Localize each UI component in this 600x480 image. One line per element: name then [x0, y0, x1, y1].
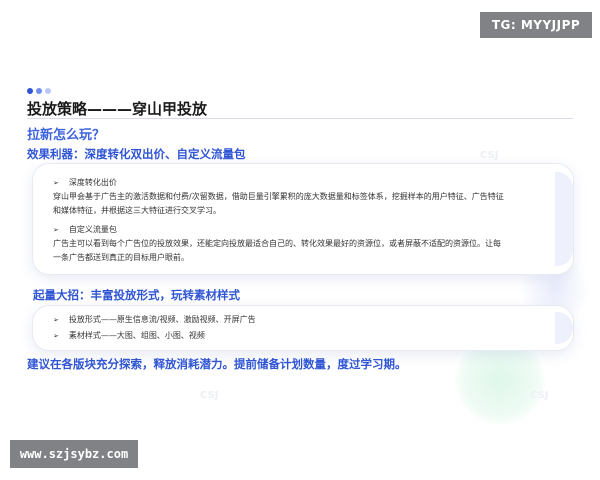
page-title: 投放策略———穿山甲投放 — [27, 100, 208, 118]
slide: CSJ CSJ CSJ CSJ CSJ 投放策略———穿山甲投放 拉新怎么玩？ … — [0, 0, 600, 480]
section1-item-2-text: 广告主可以看到每个广告位的投放效果，还能定向投放最适合自己的、转化效果最好的资源… — [53, 237, 501, 265]
arrow-right-icon: ➢ — [53, 315, 59, 324]
text-line: 一条广告都送到真正的目标用户眼前。 — [53, 253, 189, 262]
section1-item-2: ➢ 自定义流量包 — [53, 224, 117, 235]
dot-mid — [36, 88, 42, 94]
page-subtitle: 拉新怎么玩？ — [27, 128, 106, 143]
item-label: 投放形式——原生信息流/视频、激励视频、开屏广告 — [68, 315, 256, 324]
watermark: CSJ — [480, 150, 499, 161]
text-line: 穿山甲会基于广告主的激活数据和付费/次留数据，借助巨量引擎累积的庞大数据量和标签… — [53, 192, 504, 201]
arrow-right-icon: ➢ — [53, 331, 59, 340]
title-divider — [27, 118, 573, 119]
section1-item-1-text: 穿山甲会基于广告主的激活数据和付费/次留数据，借助巨量引擎累积的庞大数据量和标签… — [53, 190, 504, 218]
conclusion-text: 建议在各版块充分探索，释放消耗潜力。提前储备计划数量，度过学习期。 — [27, 357, 407, 371]
section2-heading: 起量大招：丰富投放形式，玩转素材样式 — [33, 288, 240, 302]
section1-heading: 效果利器：深度转化双出价、自定义流量包 — [27, 147, 246, 161]
arrow-right-icon: ➢ — [53, 225, 59, 234]
site-badge: www.szjsybz.com — [10, 440, 138, 468]
arrow-right-icon: ➢ — [53, 178, 59, 187]
dot-dark — [27, 88, 33, 94]
section1-item-1: ➢ 深度转化出价 — [53, 177, 117, 188]
item-label: 素材样式——大图、组图、小图、视频 — [68, 331, 205, 340]
section2-item-1: ➢ 投放形式——原生信息流/视频、激励视频、开屏广告 — [53, 314, 256, 325]
telegram-badge: TG: MYYJJPP — [480, 12, 592, 38]
item-label: 深度转化出价 — [68, 178, 117, 187]
dot-light — [45, 88, 51, 94]
watermark: CSJ — [530, 390, 549, 401]
section2-item-2: ➢ 素材样式——大图、组图、小图、视频 — [53, 330, 205, 341]
section2-card — [33, 306, 573, 350]
item-label: 自定义流量包 — [68, 225, 117, 234]
text-line: 广告主可以看到每个广告位的投放效果，还能定向投放最适合自己的、转化效果最好的资源… — [53, 239, 501, 248]
text-line: 和媒体特征，并根据这三大特征进行交叉学习。 — [53, 206, 221, 215]
watermark: CSJ — [200, 390, 219, 401]
section1-card-accent — [555, 172, 573, 266]
dots-icon — [27, 88, 51, 94]
